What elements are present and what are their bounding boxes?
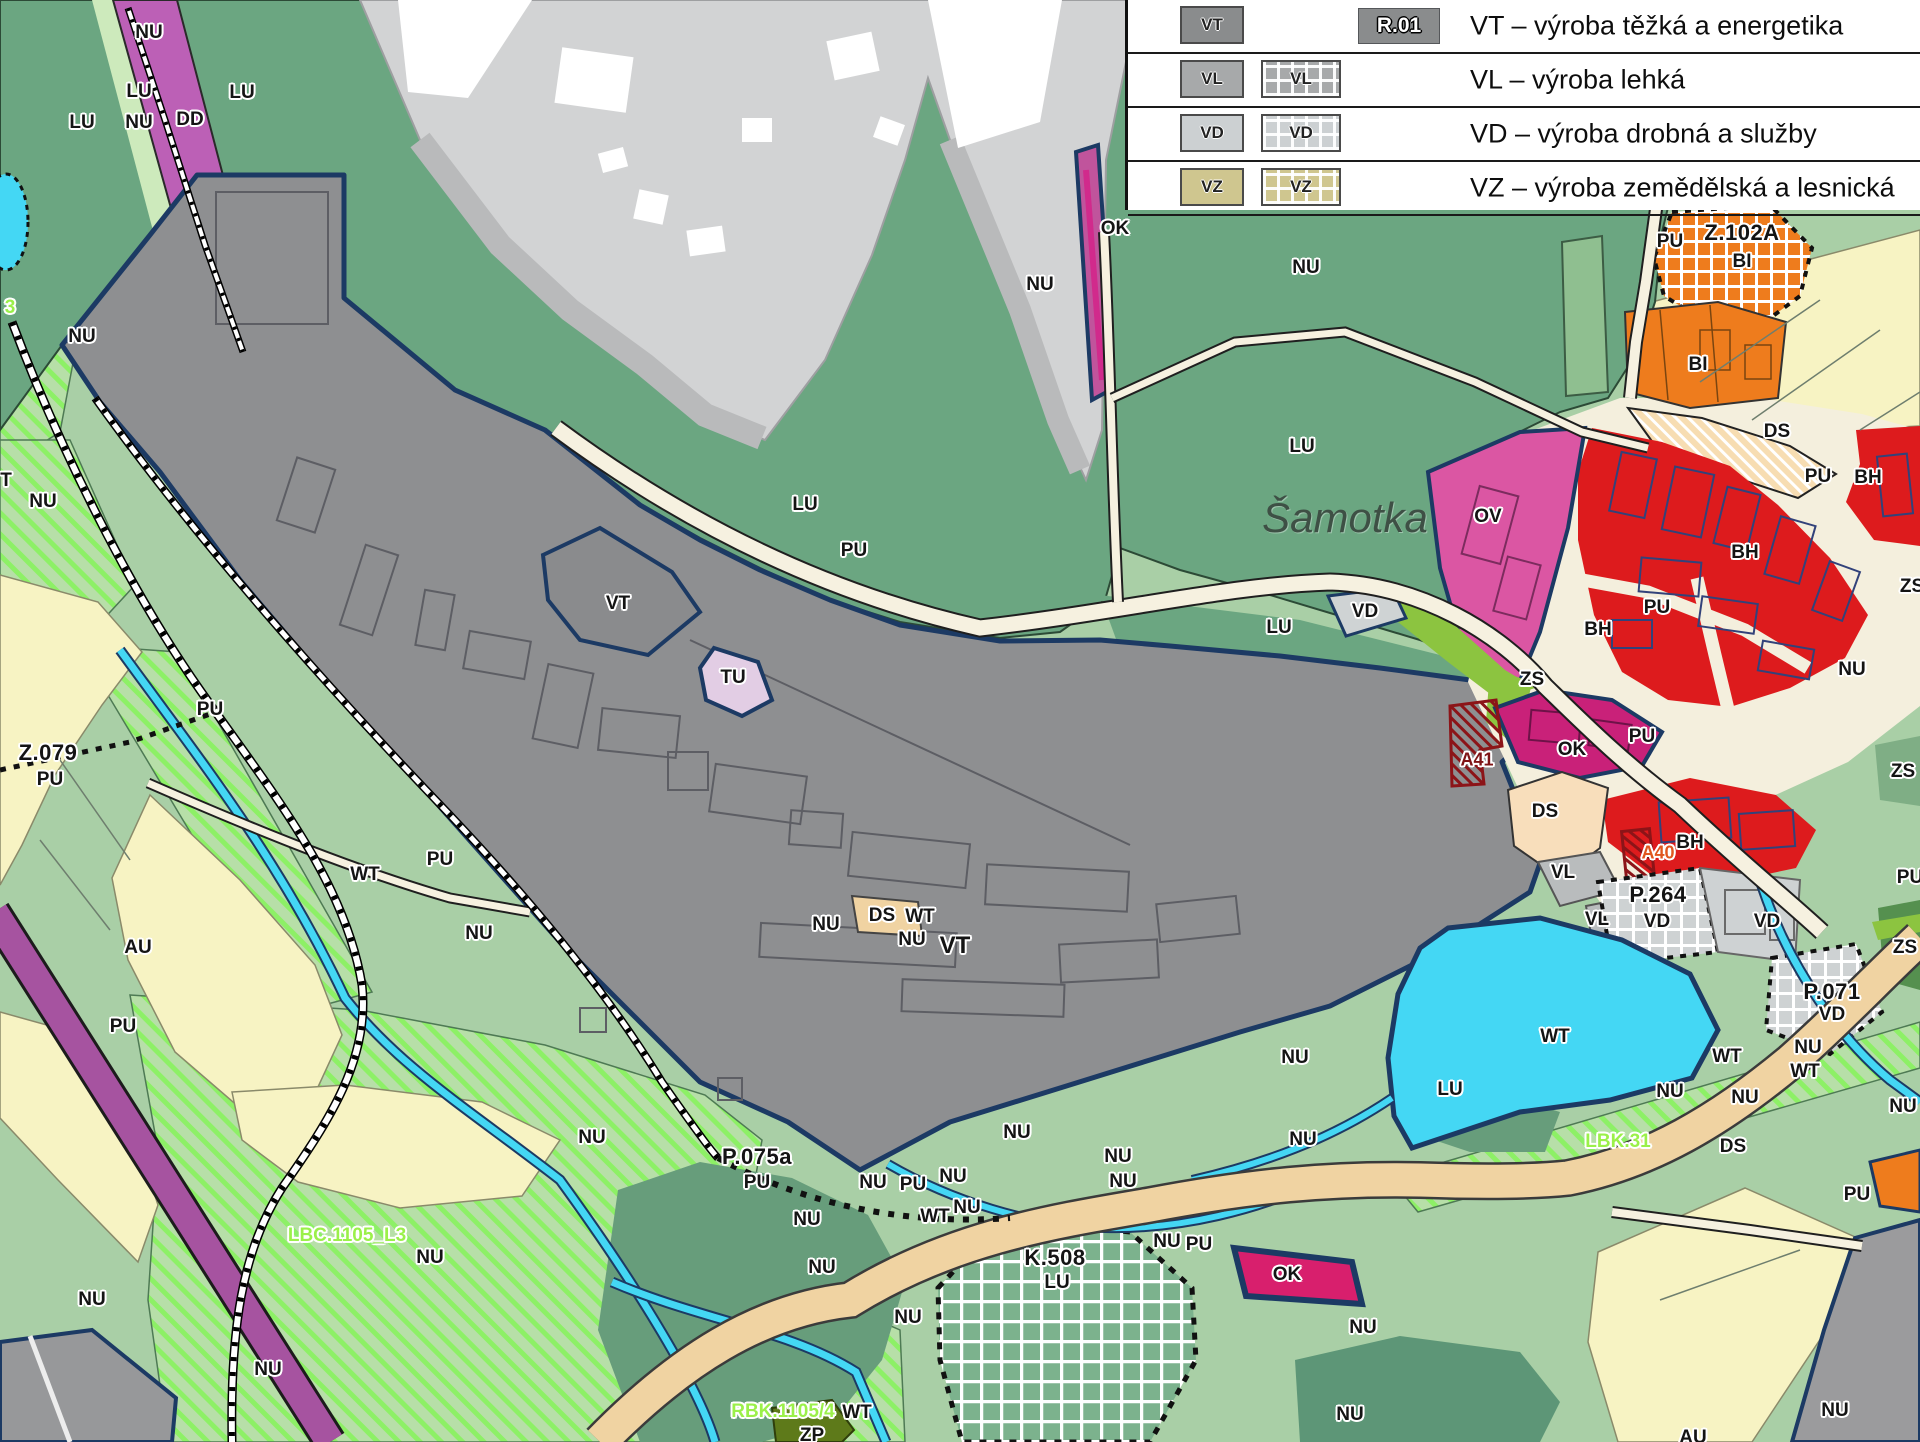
- legend-swatch-solid: VD: [1180, 114, 1244, 152]
- legend-panel: VTR.01VT – výroba těžká a energetikaVLVL…: [1125, 0, 1920, 210]
- legend-description: VD – výroba drobná a služby: [1470, 119, 1817, 150]
- zone-bi: [1625, 302, 1786, 408]
- legend-row-vl: VL VL VL – výroba lehká: [1128, 54, 1920, 108]
- legend-description: VZ – výroba zemědělská a lesnická: [1470, 173, 1895, 204]
- legend-swatch-hatched: VL: [1261, 60, 1341, 98]
- legend-row-vd: VD VD VD – výroba drobná a služby: [1128, 108, 1920, 162]
- zone-ds-patch: [852, 896, 922, 936]
- legend-swatch-hatched: VD: [1261, 114, 1341, 152]
- legend-row-vz: VZ VZ VZ – výroba zemědělská a lesnická: [1128, 162, 1920, 216]
- legend-row-vt: VT R.01 VT – výroba těžká a energetika: [1128, 0, 1920, 54]
- legend-swatch-hatched: VZ: [1261, 168, 1341, 206]
- zoning-map-canvas: [0, 0, 1920, 1442]
- legend-swatch-solid: VT: [1180, 6, 1244, 44]
- legend-swatch-solid: VL: [1180, 60, 1244, 98]
- legend-rows: VTR.01VT – výroba těžká a energetikaVLVL…: [1128, 0, 1920, 216]
- zoning-map-viewport: NULUNUDDLULU3NUTNUOKNUNULULUŠamotkaOVPUV…: [0, 0, 1920, 1442]
- legend-description: VT – výroba těžká a energetika: [1470, 11, 1843, 42]
- legend-description: VL – výroba lehká: [1470, 65, 1685, 96]
- zone-a40-marker: [1622, 829, 1655, 880]
- legend-plan-chip: R.01: [1358, 8, 1440, 44]
- legend-swatch-solid: VZ: [1180, 168, 1244, 206]
